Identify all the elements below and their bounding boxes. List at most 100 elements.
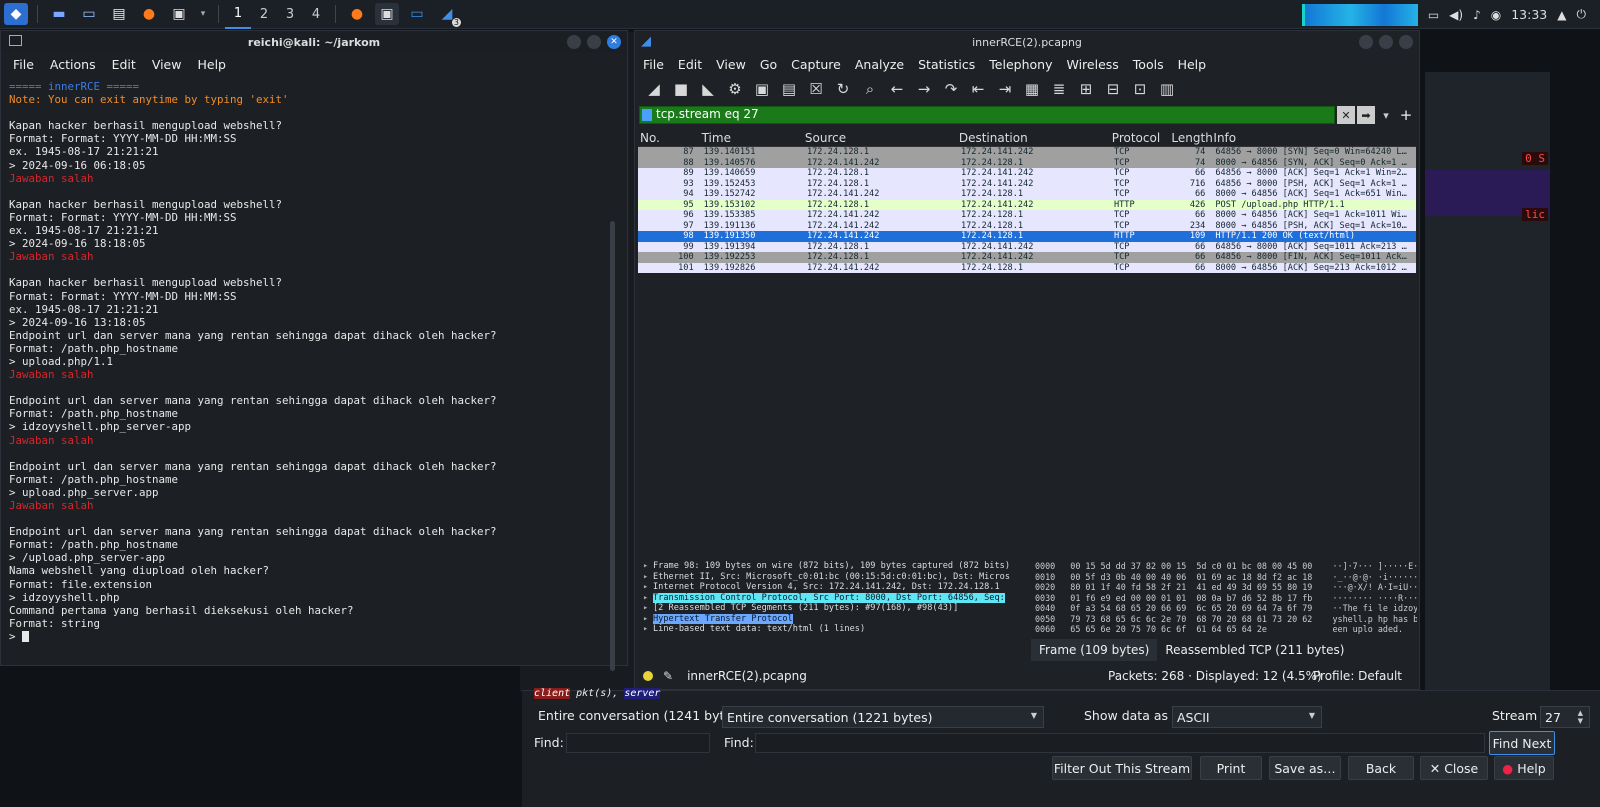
clock[interactable]: 13:33 <box>1511 7 1547 22</box>
text-editor-icon[interactable]: ▤ <box>107 3 131 25</box>
detail-tree-row[interactable]: Line-based text data: text/html (1 lines… <box>643 624 1031 635</box>
find-input-left[interactable] <box>566 733 710 753</box>
column-header-length[interactable]: Length <box>1169 131 1212 145</box>
packet-row[interactable]: 95 139.153102 172.24.128.1 172.24.141.242 HT… <box>638 199 1416 210</box>
maximize-button[interactable] <box>1379 35 1393 49</box>
minimize-button[interactable] <box>1359 35 1373 49</box>
autoscroll-icon[interactable]: ▦ <box>1021 78 1043 100</box>
status-profile[interactable]: Profile: Default <box>1313 669 1402 683</box>
menu-help[interactable]: Help <box>1178 57 1207 72</box>
save-file-icon[interactable]: ▤ <box>778 78 800 100</box>
menu-analyze[interactable]: Analyze <box>855 57 904 72</box>
menu-help[interactable]: Help <box>197 57 226 72</box>
detail-tree-row[interactable]: Transmission Control Protocol, Src Port:… <box>643 592 1031 604</box>
close-file-icon[interactable]: ☒ <box>805 78 827 100</box>
wireshark-task-icon[interactable]: ◢ 3 <box>435 3 461 27</box>
menu-edit[interactable]: Edit <box>112 57 136 72</box>
column-header-time[interactable]: Time <box>700 131 803 145</box>
column-header-info[interactable]: Info <box>1211 131 1416 145</box>
menu-actions[interactable]: Actions <box>50 57 96 72</box>
menu-go[interactable]: Go <box>760 57 777 72</box>
column-header-protocol[interactable]: Protocol <box>1110 131 1170 145</box>
menu-statistics[interactable]: Statistics <box>918 57 975 72</box>
find-next-button[interactable]: Find Next <box>1489 731 1555 755</box>
packet-row[interactable]: 100 139.192253 172.24.128.1 172.24.141.242 T… <box>638 252 1416 263</box>
column-header-destination[interactable]: Destination <box>957 131 1110 145</box>
tab-reassembled-tcp[interactable]: Reassembled TCP (211 bytes) <box>1157 639 1352 661</box>
zoom-out-icon[interactable]: ⊟ <box>1102 78 1124 100</box>
detail-tree-row[interactable]: Frame 98: 109 bytes on wire (872 bits), … <box>643 561 1031 572</box>
logout-icon[interactable]: ⏻ <box>1577 7 1587 22</box>
firefox-icon[interactable]: ● <box>137 3 161 25</box>
capture-options-icon[interactable]: ⚙ <box>724 78 746 100</box>
open-file-icon[interactable]: ▣ <box>751 78 773 100</box>
reload-file-icon[interactable]: ↻ <box>832 78 854 100</box>
menu-edit[interactable]: Edit <box>678 57 702 72</box>
terminal-task-icon[interactable]: ▣ <box>375 3 399 25</box>
display-icon[interactable]: ▭ <box>1428 8 1439 22</box>
packet-row[interactable]: 99 139.191394 172.24.128.1 172.24.141.242 TC… <box>638 241 1416 252</box>
go-forward-icon[interactable]: → <box>913 78 935 100</box>
column-header-source[interactable]: Source <box>803 131 957 145</box>
packet-row[interactable]: 97 139.191136 172.24.141.242 172.24.128.1 TC… <box>638 220 1416 231</box>
workspace-2[interactable]: 2 <box>251 0 277 29</box>
menu-view[interactable]: View <box>152 57 182 72</box>
find-packet-icon[interactable]: ⌕ <box>859 78 881 100</box>
filter-out-stream-button[interactable]: Filter Out This Stream <box>1052 756 1192 780</box>
workspace-3[interactable]: 3 <box>277 0 303 29</box>
terminal-output[interactable]: ===== innerRCE ===== Note: You can exit a… <box>9 80 619 662</box>
packet-row[interactable]: 98 139.191350 172.24.141.242 172.24.128.1 HT… <box>638 231 1416 242</box>
workspace-4[interactable]: 4 <box>303 0 329 29</box>
normal-size-icon[interactable]: ⊡ <box>1129 78 1151 100</box>
last-packet-icon[interactable]: ⇥ <box>994 78 1016 100</box>
menu-telephony[interactable]: Telephony <box>989 57 1052 72</box>
firefox-task-icon[interactable]: ● <box>345 3 369 25</box>
detail-tree-row[interactable]: Hypertext Transfer Protocol <box>643 613 1031 625</box>
first-packet-icon[interactable]: ⇤ <box>967 78 989 100</box>
restart-capture-icon[interactable]: ◣ <box>697 78 719 100</box>
detail-tree-row[interactable]: Internet Protocol Version 4, Src: 172.24… <box>643 582 1031 593</box>
stream-number-spinbox[interactable]: 27 ▲ ▼ <box>1540 706 1590 728</box>
save-as-button[interactable]: Save as… <box>1269 756 1341 780</box>
file-manager-task-icon[interactable]: ▭ <box>405 3 429 25</box>
spinbox-arrows-icon[interactable]: ▲ ▼ <box>1578 709 1583 725</box>
apply-filter-icon[interactable]: ➡ <box>1357 106 1375 124</box>
back-button[interactable]: Back <box>1348 756 1414 780</box>
detail-tree-row[interactable]: Ethernet II, Src: Microsoft_c0:01:bc (00… <box>643 572 1031 583</box>
resize-columns-icon[interactable]: ▥ <box>1156 78 1178 100</box>
file-manager-icon[interactable]: ▭ <box>77 3 101 25</box>
menu-capture[interactable]: Capture <box>791 57 841 72</box>
tab-frame-bytes[interactable]: Frame (109 bytes) <box>1031 639 1158 661</box>
close-button[interactable]: ✕ <box>607 35 621 49</box>
bookmark-icon[interactable] <box>642 109 652 121</box>
show-desktop-icon[interactable]: ▬ <box>47 3 71 25</box>
expert-info-icon[interactable] <box>643 671 653 681</box>
close-dialog-button[interactable]: ✕ Close <box>1420 756 1488 780</box>
menu-tools[interactable]: Tools <box>1133 57 1164 72</box>
terminal-scrollbar[interactable] <box>610 221 615 671</box>
chevron-down-icon[interactable]: ▾ <box>197 3 209 25</box>
help-button[interactable]: ● Help <box>1494 756 1554 780</box>
maximize-button[interactable] <box>587 35 601 49</box>
terminal-prompt[interactable]: > <box>9 630 619 643</box>
notification-bell-icon[interactable]: ♪ <box>1473 8 1481 22</box>
kali-menu-icon[interactable]: ◆ <box>4 3 28 25</box>
capture-comment-icon[interactable]: ✎ <box>663 669 673 683</box>
conversation-select[interactable]: Entire conversation (1221 bytes) ▼ <box>722 706 1044 728</box>
display-filter-input[interactable]: tcp.stream eq 27 <box>639 106 1335 124</box>
menu-wireless[interactable]: Wireless <box>1066 57 1118 72</box>
close-button[interactable] <box>1399 35 1413 49</box>
packet-row[interactable]: 93 139.152453 172.24.128.1 172.24.141.242 TC… <box>638 178 1416 189</box>
add-filter-button-icon[interactable]: + <box>1397 106 1415 124</box>
find-input[interactable] <box>755 733 1485 753</box>
go-back-icon[interactable]: ← <box>886 78 908 100</box>
workspace-1[interactable]: 1 <box>225 0 251 29</box>
volume-icon[interactable]: ◀) <box>1449 8 1463 22</box>
menu-view[interactable]: View <box>716 57 746 72</box>
menu-file[interactable]: File <box>643 57 664 72</box>
packet-row[interactable]: 96 139.153385 172.24.141.242 172.24.128.1 TC… <box>638 210 1416 221</box>
packet-row[interactable]: 89 139.140659 172.24.128.1 172.24.141.242 TC… <box>638 168 1416 179</box>
clear-filter-icon[interactable]: ✕ <box>1337 106 1355 124</box>
colorize-icon[interactable]: ≣ <box>1048 78 1070 100</box>
show-data-select[interactable]: ASCII ▼ <box>1172 706 1322 728</box>
